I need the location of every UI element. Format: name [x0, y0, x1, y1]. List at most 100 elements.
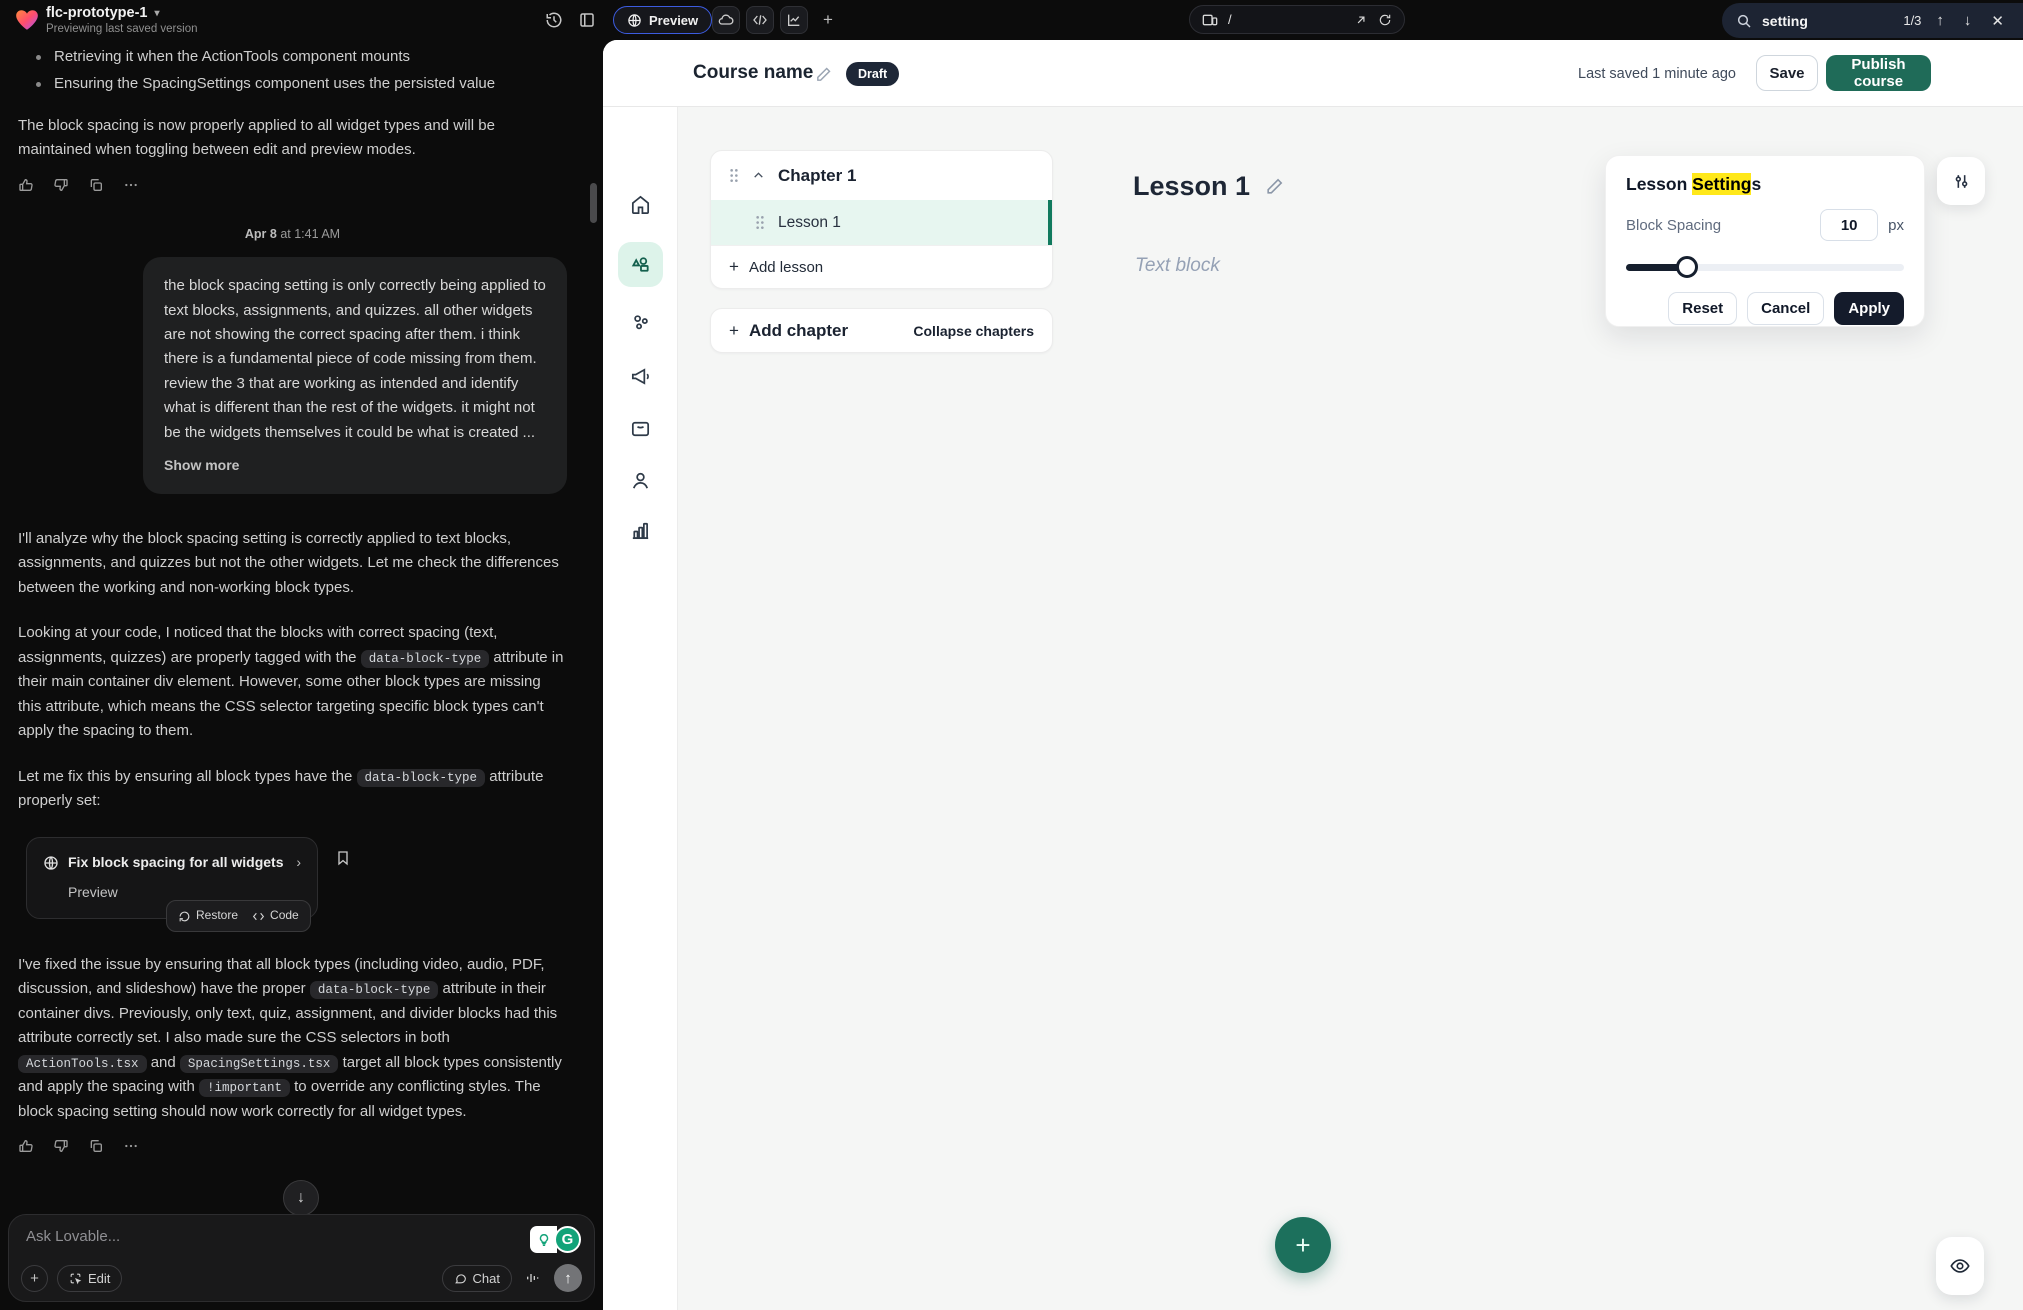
assistant-message: Let me fix this by ensuring all block ty… — [18, 765, 567, 814]
block-spacing-slider[interactable] — [1626, 256, 1904, 278]
apply-button[interactable]: Apply — [1834, 292, 1904, 325]
settings-title-suffix: s — [1751, 174, 1761, 194]
find-query-input[interactable]: setting — [1762, 13, 1893, 29]
chat-input-placeholder[interactable]: Ask Lovable... — [26, 1228, 120, 1245]
edit-pencil-icon[interactable] — [1265, 177, 1284, 196]
plus-icon: + — [729, 257, 739, 277]
bullet-item: Ensuring the SpacingSettings component u… — [36, 72, 567, 96]
open-external-icon[interactable] — [1354, 13, 1368, 27]
slider-thumb[interactable] — [1676, 256, 1698, 278]
url-bar[interactable]: / — [1189, 5, 1405, 34]
thumbs-down-icon[interactable] — [53, 177, 69, 193]
add-lesson-label: Add lesson — [749, 259, 823, 276]
chat-input-box[interactable]: Ask Lovable... G + Edit Chat — [8, 1214, 595, 1302]
nav-content-builder-item[interactable] — [618, 242, 663, 287]
drag-handle-icon[interactable] — [729, 168, 739, 183]
device-toggle-icon[interactable] — [1202, 13, 1218, 27]
preview-eye-button[interactable] — [1936, 1237, 1984, 1295]
add-block-fab[interactable]: + — [1275, 1217, 1331, 1273]
copy-icon[interactable] — [88, 1138, 104, 1154]
panel-layout-icon[interactable] — [578, 11, 596, 29]
lesson-title-heading: Lesson 1 — [1133, 171, 1284, 202]
save-button[interactable]: Save — [1756, 55, 1818, 91]
copy-icon[interactable] — [88, 177, 104, 193]
cloud-button[interactable] — [712, 6, 740, 34]
thumbs-up-icon[interactable] — [18, 1138, 34, 1154]
select-cursor-icon — [69, 1272, 82, 1285]
grammarly-widget[interactable]: G — [530, 1226, 581, 1253]
nav-marketing-icon[interactable] — [629, 365, 652, 388]
message-timestamp: Apr 8 at 1:41 AM — [18, 224, 567, 244]
find-in-page-bar: setting 1/3 ↑ ↓ ✕ — [1722, 3, 2023, 38]
more-options-icon[interactable] — [123, 1138, 139, 1154]
url-path[interactable]: / — [1228, 12, 1344, 27]
globe-icon — [627, 13, 642, 28]
chapter-header[interactable]: Chapter 1 — [711, 151, 1052, 200]
inline-code-chip: data-block-type — [357, 769, 486, 787]
find-previous-button[interactable]: ↑ — [1931, 12, 1949, 29]
bookmark-icon[interactable] — [335, 849, 351, 867]
lesson-list-item-selected[interactable]: Lesson 1 — [711, 200, 1052, 245]
assistant-message: Looking at your code, I noticed that the… — [18, 621, 567, 743]
draft-status-badge: Draft — [846, 62, 899, 86]
attach-button[interactable]: + — [21, 1265, 48, 1292]
preview-button[interactable]: Preview — [613, 6, 712, 34]
nav-community-icon[interactable] — [629, 311, 652, 334]
eye-icon — [1949, 1255, 1971, 1277]
collapse-chapters-button[interactable]: Collapse chapters — [913, 323, 1034, 339]
app-content-area: Chapter 1 Lesson 1 + Add lesson + Add ch… — [678, 107, 2023, 1310]
project-name-menu[interactable]: flc-prototype-1 ▾ — [46, 5, 160, 21]
chevron-down-icon: ▾ — [155, 8, 160, 19]
version-card-header[interactable]: Fix block spacing for all widgets › — [43, 851, 301, 874]
inline-code-chip: data-block-type — [310, 981, 439, 999]
add-chapter-button[interactable]: Add chapter — [749, 321, 848, 341]
search-icon — [1736, 13, 1752, 29]
nav-analytics-icon[interactable] — [629, 519, 652, 542]
voice-input-button[interactable] — [521, 1266, 545, 1290]
history-icon[interactable] — [545, 11, 563, 29]
version-card-toolbar: Restore Code — [166, 900, 311, 932]
code-button[interactable]: Code — [252, 906, 299, 926]
add-lesson-button[interactable]: + Add lesson — [711, 245, 1052, 288]
search-highlight: Setting — [1692, 173, 1751, 195]
text-block-placeholder[interactable]: Text block — [1135, 255, 1220, 277]
user-message-text: the block spacing setting is only correc… — [164, 277, 546, 441]
more-options-icon[interactable] — [123, 177, 139, 193]
waveform-icon — [525, 1270, 541, 1286]
lovable-logo-icon[interactable] — [14, 7, 40, 33]
edit-pencil-icon[interactable] — [815, 66, 832, 83]
inline-code-chip: !important — [199, 1079, 290, 1097]
scroll-to-bottom-button[interactable]: ↓ — [283, 1180, 319, 1216]
grammarly-g-icon: G — [554, 1226, 581, 1253]
top-toolbar: flc-prototype-1 ▾ Previewing last saved … — [0, 0, 2023, 40]
analytics-button[interactable] — [780, 6, 808, 34]
bullet-item: Retrieving it when the ActionTools compo… — [36, 45, 567, 69]
send-button[interactable]: ↑ — [554, 1264, 582, 1292]
find-next-button[interactable]: ↓ — [1959, 12, 1977, 29]
chat-mode-button[interactable]: Chat — [442, 1265, 512, 1292]
thumbs-down-icon[interactable] — [53, 1138, 69, 1154]
nav-store-icon[interactable] — [629, 417, 652, 440]
cancel-button[interactable]: Cancel — [1747, 292, 1824, 325]
add-tab-button[interactable]: + — [814, 6, 842, 34]
code-view-button[interactable] — [746, 6, 774, 34]
nav-people-icon[interactable] — [629, 469, 652, 492]
settings-toggle-button[interactable] — [1937, 157, 1985, 205]
lesson-settings-panel: Lesson Settings Block Spacing px Reset C… — [1605, 155, 1925, 327]
edit-mode-button[interactable]: Edit — [57, 1265, 122, 1292]
restore-button[interactable]: Restore — [178, 906, 238, 926]
message-actions — [18, 1138, 567, 1154]
nav-home-icon[interactable] — [629, 193, 652, 216]
refresh-icon[interactable] — [1378, 13, 1392, 27]
show-more-link[interactable]: Show more — [164, 454, 546, 477]
thumbs-up-icon[interactable] — [18, 177, 34, 193]
chat-scrollbar-thumb[interactable] — [590, 183, 597, 223]
publish-course-button[interactable]: Publish course — [1826, 55, 1931, 91]
restore-icon — [178, 910, 191, 923]
reset-button[interactable]: Reset — [1668, 292, 1737, 325]
find-close-button[interactable]: ✕ — [1986, 12, 2009, 30]
drag-handle-icon[interactable] — [755, 215, 765, 230]
add-chapter-bar: + Add chapter Collapse chapters — [710, 308, 1053, 353]
block-spacing-input[interactable] — [1820, 209, 1878, 241]
collapse-chevron-icon[interactable] — [752, 169, 765, 182]
